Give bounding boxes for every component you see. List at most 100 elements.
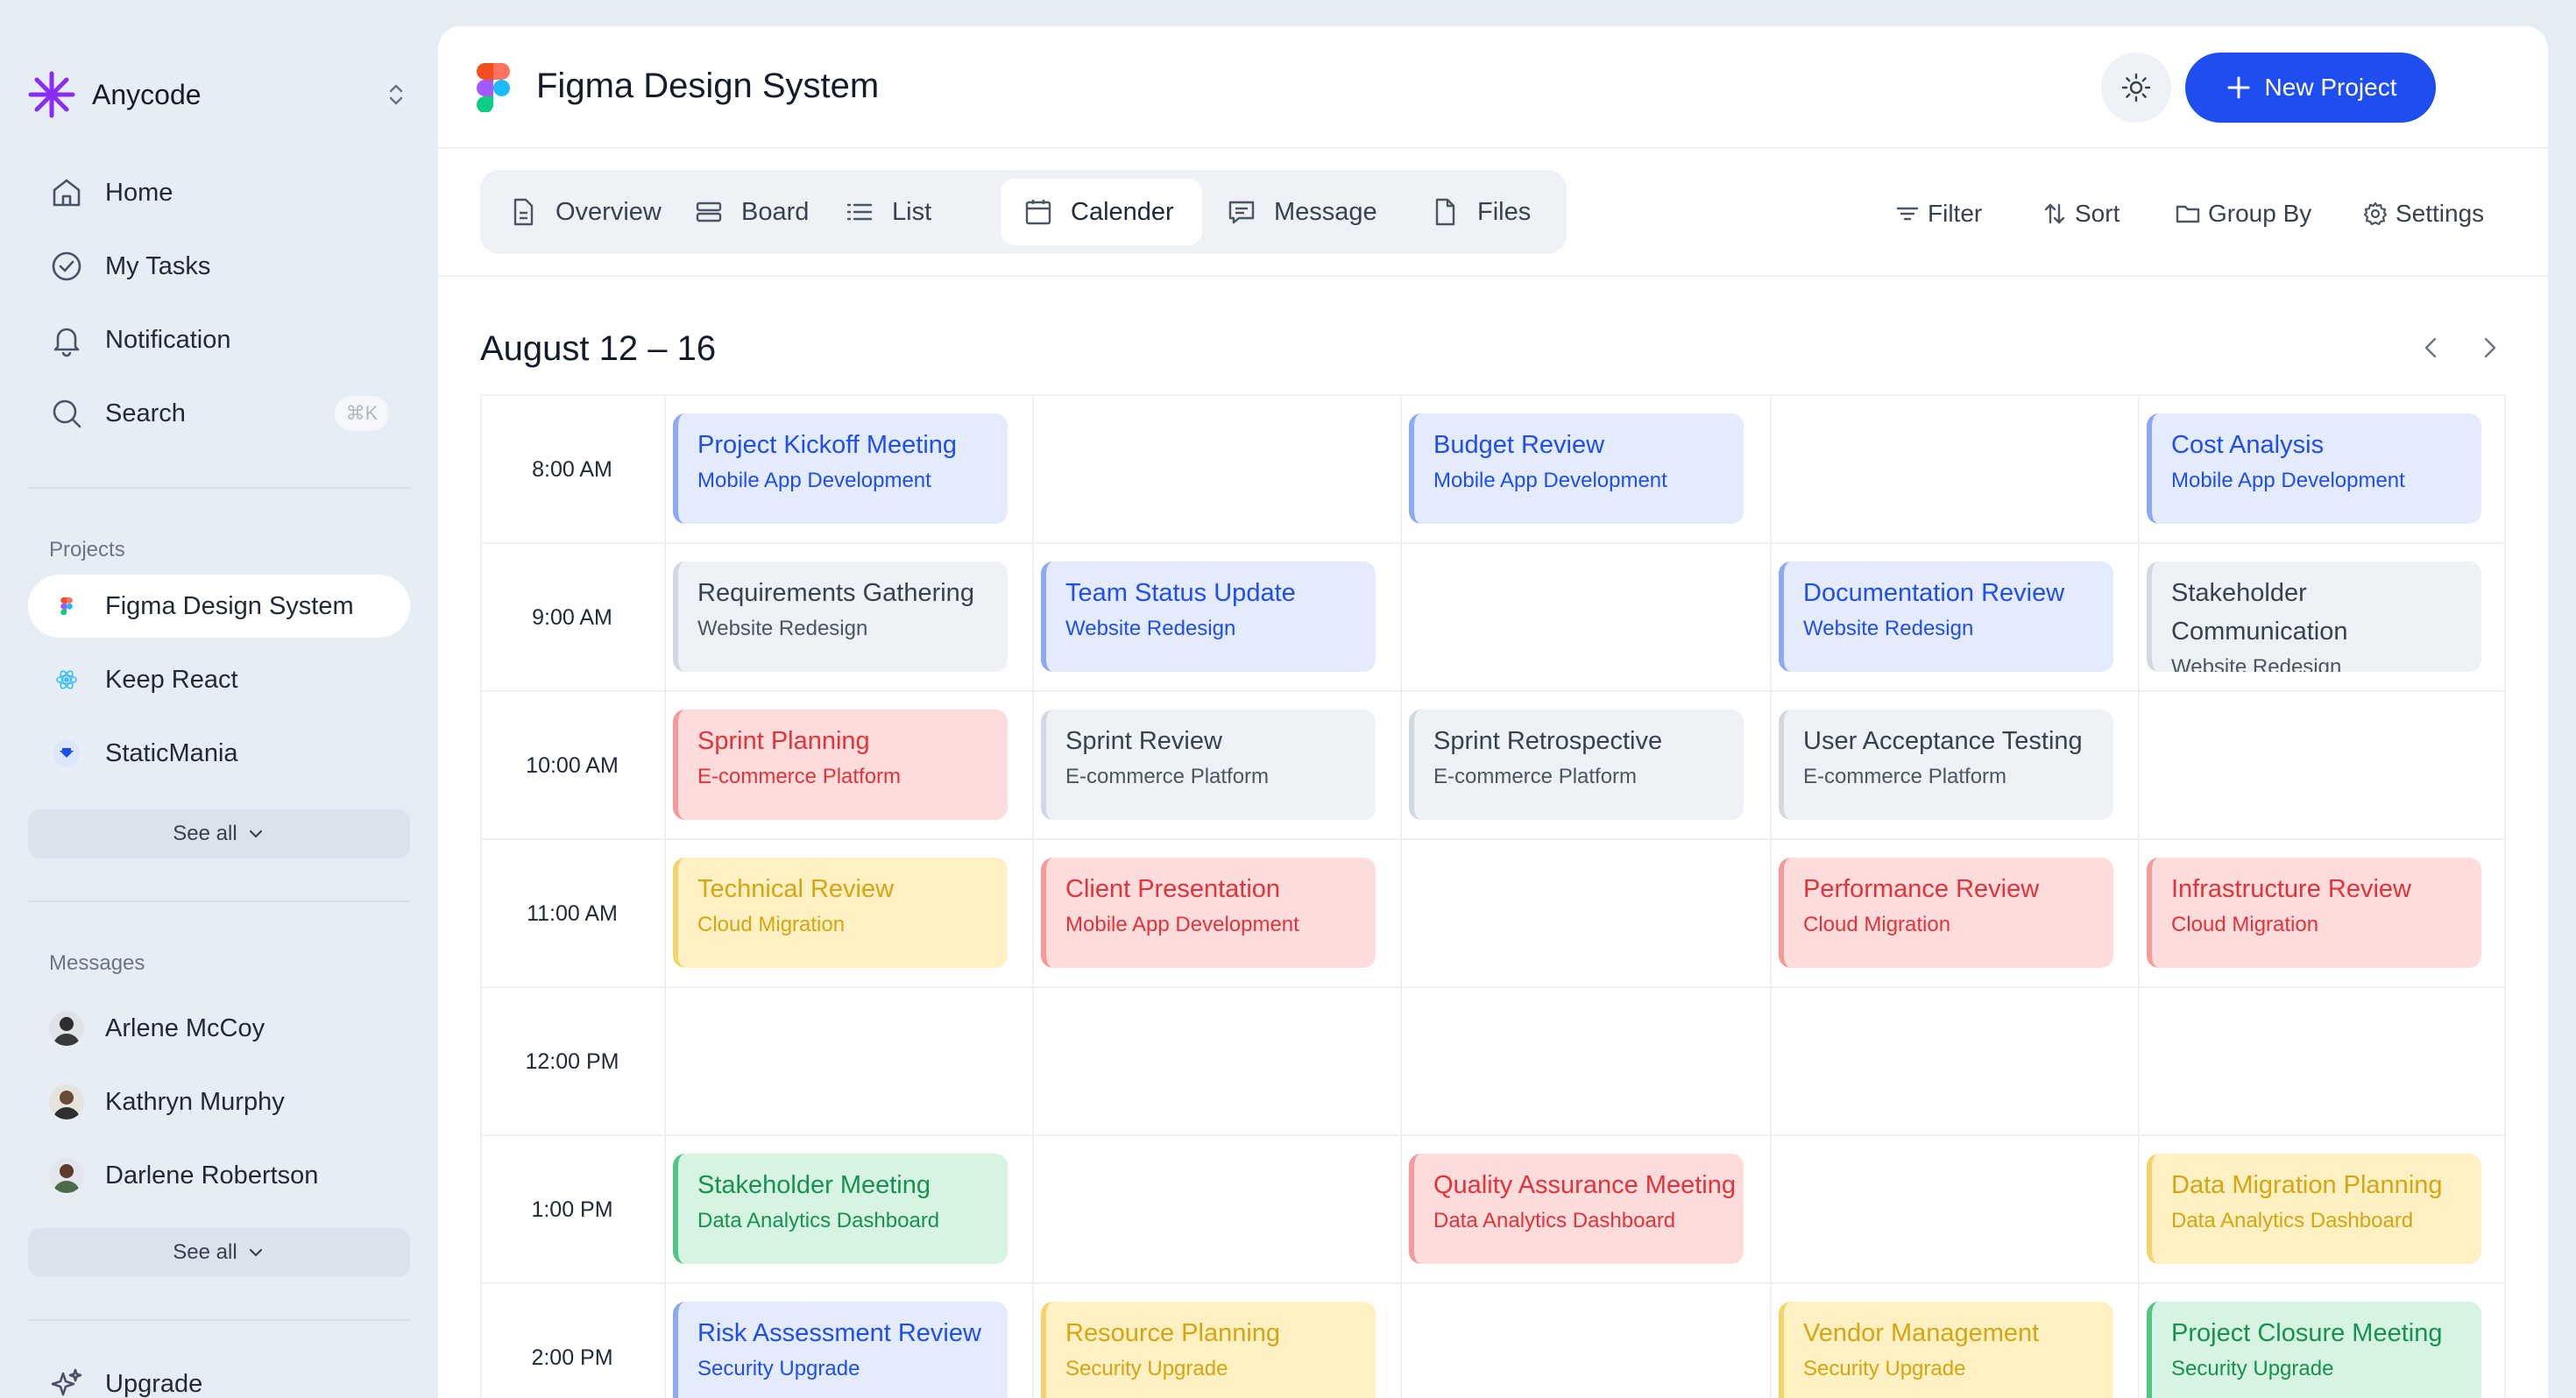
calendar-event[interactable]: Stakeholder Communication Website Redesig… — [2147, 561, 2481, 672]
project-item-figma-design-system[interactable]: Figma Design System — [28, 575, 410, 638]
chevron-left-icon[interactable] — [2417, 333, 2446, 363]
calendar-event[interactable]: Resource Planning Security Upgrade — [1041, 1302, 1376, 1398]
event-project: Website Redesign — [1065, 617, 1236, 640]
message-item-darlene-robertson[interactable]: Darlene Robertson — [28, 1139, 410, 1212]
tab-board[interactable]: Board — [694, 179, 809, 245]
messages-list: Arlene McCoy Kathryn Murphy Darlene Robe… — [28, 992, 410, 1212]
project-label: Keep React — [105, 665, 238, 694]
sort-button[interactable]: Sort — [2042, 196, 2120, 231]
nav-search[interactable]: Search ⌘K — [28, 377, 410, 450]
tab-message[interactable]: Message — [1227, 179, 1377, 245]
workspace-switcher[interactable]: Anycode — [28, 68, 410, 121]
sort-icon — [2044, 203, 2065, 224]
theme-toggle-button[interactable] — [2101, 53, 2171, 123]
calendar-event[interactable]: Infrastructure Review Cloud Migration — [2147, 858, 2481, 968]
sidebar-divider — [28, 900, 410, 902]
messages-section-title: Messages — [49, 951, 145, 975]
tab-files[interactable]: Files — [1430, 179, 1531, 245]
event-title: Performance Review — [1803, 875, 2040, 903]
calendar-event[interactable]: Project Closure Meeting Security Upgrade — [2147, 1302, 2481, 1398]
upgrade-button[interactable]: Upgrade — [49, 1366, 202, 1398]
calendar-event[interactable]: Data Migration Planning Data Analytics Da… — [2147, 1154, 2481, 1264]
calendar-event[interactable]: Requirements Gathering Website Redesign — [673, 561, 1008, 672]
event-title: User Acceptance Testing — [1803, 727, 2083, 755]
event-project: Data Analytics Dashboard — [697, 1209, 940, 1232]
message-contact-name: Darlene Robertson — [105, 1161, 319, 1190]
see-all-label: See all — [173, 822, 237, 845]
page-title: Figma Design System — [536, 67, 880, 105]
page-header: Figma Design System New Project — [438, 26, 2548, 149]
event-title: Project Kickoff Meeting — [697, 431, 958, 459]
new-project-label: New Project — [2264, 74, 2397, 101]
see-all-label: See all — [173, 1240, 237, 1264]
event-project: Website Redesign — [2171, 655, 2342, 672]
time-label: 10:00 AM — [526, 753, 619, 778]
settings-button[interactable]: Settings — [2362, 196, 2484, 231]
calendar-event[interactable]: User Acceptance Testing E-commerce Platfo… — [1779, 710, 2113, 820]
calendar-event[interactable]: Cost Analysis Mobile App Development — [2147, 413, 2481, 524]
calendar-event[interactable]: Stakeholder Meeting Data Analytics Dashbo… — [673, 1154, 1008, 1264]
event-project: Security Upgrade — [2171, 1357, 2334, 1380]
projects-see-all-button[interactable]: See all — [28, 809, 410, 858]
tab-list[interactable]: List — [845, 179, 931, 245]
time-label: 1:00 PM — [531, 1197, 613, 1222]
event-title: Technical Review — [697, 875, 895, 903]
filter-label: Filter — [1928, 200, 1983, 227]
calendar-event[interactable]: Documentation Review Website Redesign — [1779, 561, 2113, 672]
sort-label: Sort — [2075, 200, 2120, 227]
event-title: Client Presentation — [1065, 875, 1281, 903]
event-title: Requirements Gathering — [697, 579, 974, 607]
tab-label: Board — [741, 197, 810, 226]
calendar-event[interactable]: Sprint Planning E-commerce Platform — [673, 710, 1008, 820]
figma-logo-icon — [477, 63, 510, 112]
calendar-event[interactable]: Budget Review Mobile App Development — [1409, 413, 1744, 524]
new-project-button[interactable]: New Project — [2185, 53, 2436, 123]
project-item-staticmania[interactable]: StaticMania — [28, 722, 410, 785]
event-title: Team Status Update — [1065, 579, 1296, 607]
calendar-event[interactable]: Project Kickoff Meeting Mobile App Develo… — [673, 413, 1008, 524]
nav-home[interactable]: Home — [28, 156, 410, 229]
chevron-right-icon[interactable] — [2474, 333, 2504, 363]
calendar-event[interactable]: Sprint Retrospective E-commerce Platform — [1409, 710, 1744, 820]
calendar-row: 12:00 PM — [480, 986, 2506, 1134]
event-project: E-commerce Platform — [697, 765, 902, 788]
tab-calendar[interactable]: Calender — [1001, 179, 1202, 245]
project-label: Figma Design System — [105, 591, 354, 620]
calendar-icon — [1025, 200, 1051, 225]
time-label: 11:00 AM — [527, 901, 618, 926]
project-item-keep-react[interactable]: Keep React — [28, 648, 410, 711]
avatar — [49, 1011, 84, 1046]
calendar-event[interactable]: Quality Assurance Meeting Data Analytics … — [1409, 1154, 1744, 1264]
tab-overview[interactable]: Overview — [508, 179, 662, 245]
message-item-kathryn-murphy[interactable]: Kathryn Murphy — [28, 1065, 410, 1139]
event-project: Data Analytics Dashboard — [1433, 1209, 1676, 1232]
nav-my-tasks[interactable]: My Tasks — [28, 229, 410, 303]
nav-notification-label: Notification — [105, 325, 231, 354]
document-icon — [513, 198, 534, 226]
tab-label: Message — [1274, 197, 1377, 226]
tab-label: Files — [1477, 197, 1532, 226]
workspace-name: Anycode — [92, 78, 202, 110]
filter-button[interactable]: Filter — [1894, 196, 1982, 231]
message-item-arlene-mccoy[interactable]: Arlene McCoy — [28, 992, 410, 1065]
messages-see-all-button[interactable]: See all — [28, 1228, 410, 1277]
nav-notification[interactable]: Notification — [28, 303, 410, 377]
calendar-event[interactable]: Client Presentation Mobile App Developmen… — [1041, 858, 1376, 968]
calendar-event[interactable]: Vendor Management Security Upgrade — [1779, 1302, 2113, 1398]
calendar-event[interactable]: Performance Review Cloud Migration — [1779, 858, 2113, 968]
event-project: Cloud Migration — [2171, 913, 2319, 936]
calendar-event[interactable]: Team Status Update Website Redesign — [1041, 561, 1376, 672]
event-project: Security Upgrade — [1803, 1357, 1966, 1380]
sparkle-icon — [51, 1368, 82, 1396]
calendar-row: 9:00 AM Requirements Gathering Website Red… — [480, 542, 2506, 690]
chevron-up-down-icon[interactable] — [382, 81, 410, 109]
group-by-button[interactable]: Group By — [2175, 196, 2311, 231]
calendar-event[interactable]: Sprint Review E-commerce Platform — [1041, 710, 1376, 820]
calendar-event[interactable]: Risk Assessment Review Security Upgrade — [673, 1302, 1008, 1398]
search-shortcut-badge: ⌘K — [335, 396, 389, 431]
event-title: Sprint Planning — [697, 727, 870, 755]
calendar-event[interactable]: Technical Review Cloud Migration — [673, 858, 1008, 968]
event-title: Risk Assessment Review — [697, 1319, 981, 1347]
event-project: Mobile App Development — [1065, 913, 1299, 936]
bell-icon — [53, 328, 80, 357]
